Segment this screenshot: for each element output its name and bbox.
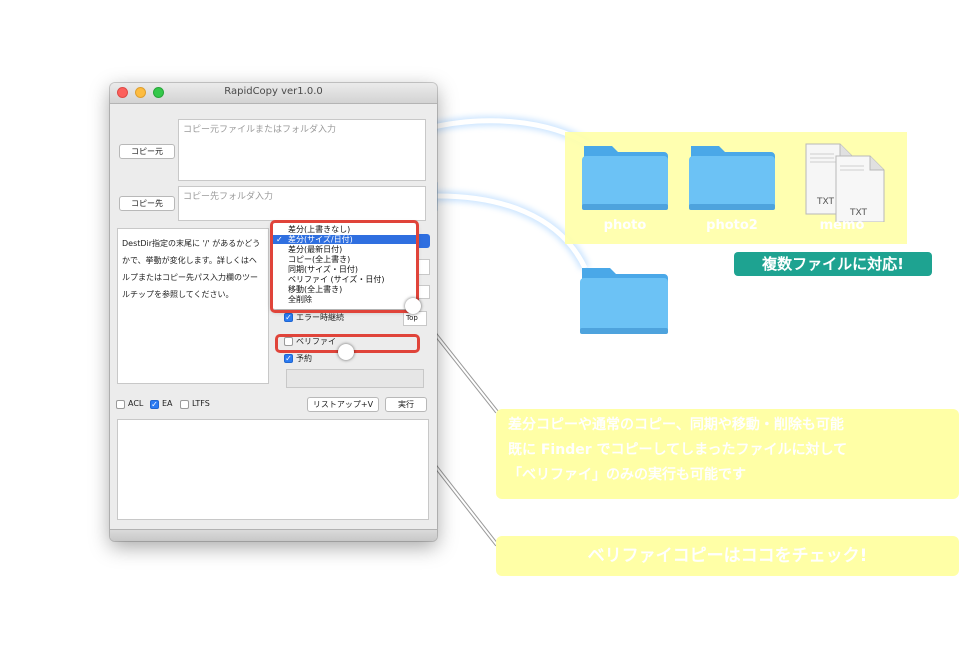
feature-line: 既に Finder でコピーしてしまったファイルに対して [508, 442, 848, 458]
menu-highlight-box [270, 220, 419, 313]
dest-button[interactable]: コピー先 [119, 196, 175, 211]
folder-icon [689, 146, 775, 210]
dryrun-checkbox[interactable]: ✓ [284, 354, 293, 363]
text-file-icon [805, 143, 885, 222]
status-bar [110, 529, 437, 541]
dryrun-label: 予約 [296, 354, 312, 363]
folder-label: photo2 [706, 218, 758, 233]
source-button[interactable]: コピー元 [119, 144, 175, 159]
connector-dot-icon [338, 344, 354, 360]
error-continue-label: エラー時継続 [296, 313, 344, 322]
error-continue-checkbox[interactable]: ✓ [284, 313, 293, 322]
file-type-label: TXT [817, 197, 835, 207]
dryrun-field[interactable] [286, 369, 424, 388]
log-output [117, 419, 429, 520]
connector-dot-icon [405, 298, 421, 314]
feature-banner: 差分コピーや通常のコピー、同期や移動・削除も可能 既に Finder でコピーし… [496, 409, 959, 499]
file-label: memo [819, 218, 865, 233]
title-bar[interactable]: RapidCopy ver1.0.0 [110, 83, 437, 104]
ea-checkbox[interactable]: ✓ [150, 400, 159, 409]
source-input[interactable]: コピー元ファイルまたはフォルダ入力 [178, 119, 426, 181]
acl-checkbox[interactable] [116, 400, 125, 409]
folder-icon [580, 268, 668, 334]
file-type-label: TXT [850, 208, 868, 218]
folder-icon [582, 146, 668, 210]
acl-label: ACL [128, 399, 144, 408]
verify-banner: ベリファイコピーはココをチェック! [496, 536, 959, 576]
window-title: RapidCopy ver1.0.0 [224, 86, 323, 97]
listup-button[interactable]: リストアップ+V [307, 397, 379, 412]
ea-label: EA [162, 399, 173, 408]
feature-line: 差分コピーや通常のコピー、同期や移動・削除も可能 [508, 417, 844, 433]
ltfs-checkbox[interactable] [180, 400, 189, 409]
ltfs-label: LTFS [192, 399, 210, 408]
execute-button[interactable]: 実行 [385, 397, 427, 412]
feature-line: 「ベリファイ」のみの実行も可能です [508, 467, 746, 483]
dest-input[interactable]: コピー先フォルダ入力 [178, 186, 426, 221]
multi-file-badge: 複数ファイルに対応! [734, 252, 932, 276]
description-text: DestDir指定の末尾に '/' があるかどうかで、挙動が変化します。詳しくは… [117, 228, 269, 384]
folder-label: photo [603, 218, 647, 233]
